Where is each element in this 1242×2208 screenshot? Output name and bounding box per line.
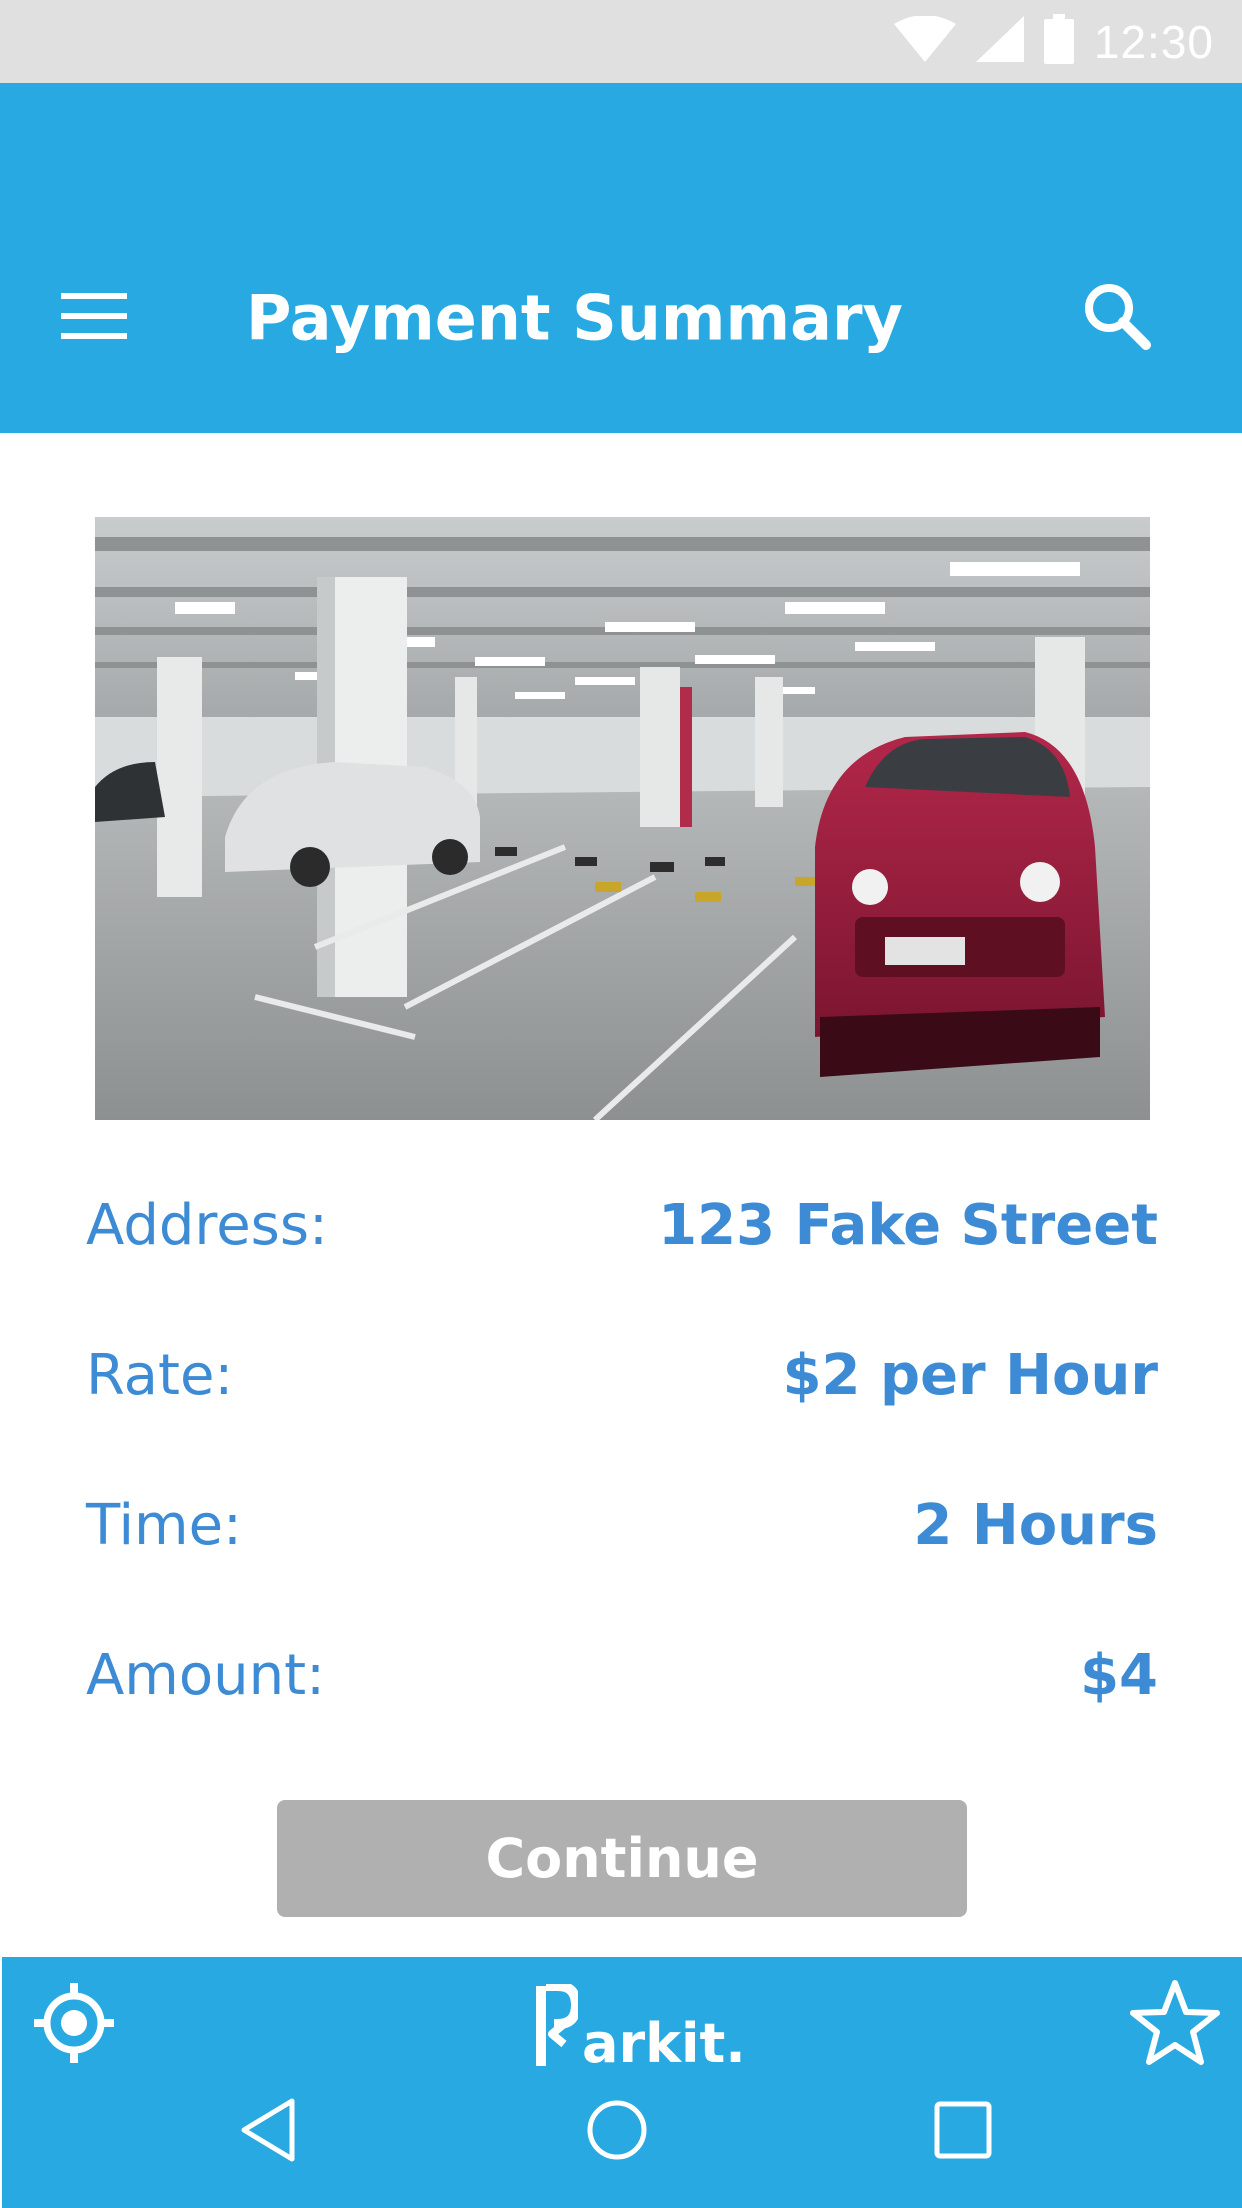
wifi-icon xyxy=(893,15,956,67)
time-value: 2 Hours xyxy=(913,1492,1158,1558)
hamburger-menu-icon xyxy=(61,291,127,346)
nav-recents-button[interactable] xyxy=(918,2087,1008,2177)
locate-crosshair-icon xyxy=(32,1981,116,2070)
page-title: Payment Summary xyxy=(246,281,903,355)
amount-row: Amount: $4 xyxy=(86,1600,1158,1750)
amount-value: $4 xyxy=(1080,1642,1158,1708)
status-bar: 12:30 xyxy=(0,0,1242,83)
time-row: Time: 2 Hours xyxy=(86,1450,1158,1600)
menu-button[interactable] xyxy=(58,273,130,363)
parkit-p-icon xyxy=(534,1981,582,2073)
nav-back-button[interactable] xyxy=(223,2087,313,2177)
time-label: Time: xyxy=(86,1492,242,1558)
rate-label: Rate: xyxy=(86,1342,234,1408)
system-nav-bar xyxy=(2,2087,1242,2177)
status-time: 12:30 xyxy=(1093,15,1214,68)
parking-garage-photo xyxy=(95,517,1150,1120)
brand-text: arkit. xyxy=(582,2012,746,2075)
address-row: Address: 123 Fake Street xyxy=(86,1150,1158,1300)
star-outline-icon xyxy=(1130,1979,1220,2070)
address-value: 123 Fake Street xyxy=(658,1192,1158,1258)
search-icon xyxy=(1082,281,1152,356)
nav-home-icon xyxy=(586,2099,648,2166)
status-icons: 12:30 xyxy=(893,0,1214,83)
bottom-bar: arkit. xyxy=(2,1957,1242,2208)
address-label: Address: xyxy=(86,1192,328,1258)
rate-value: $2 per Hour xyxy=(782,1342,1158,1408)
amount-label: Amount: xyxy=(86,1642,325,1708)
battery-icon xyxy=(1043,14,1074,69)
nav-recents-icon xyxy=(933,2100,993,2165)
rate-row: Rate: $2 per Hour xyxy=(86,1300,1158,1450)
continue-button[interactable]: Continue xyxy=(277,1800,967,1917)
nav-home-button[interactable] xyxy=(572,2087,662,2177)
nav-back-icon xyxy=(238,2097,298,2168)
cellular-signal-icon xyxy=(975,16,1024,67)
app-bar: Payment Summary xyxy=(0,83,1242,433)
payment-details: Address: 123 Fake Street Rate: $2 per Ho… xyxy=(86,1150,1158,1750)
search-button[interactable] xyxy=(1072,273,1162,363)
parkit-logo: arkit. xyxy=(534,1981,746,2075)
locate-button[interactable] xyxy=(30,1981,118,2069)
favorite-button[interactable] xyxy=(1128,1977,1222,2071)
